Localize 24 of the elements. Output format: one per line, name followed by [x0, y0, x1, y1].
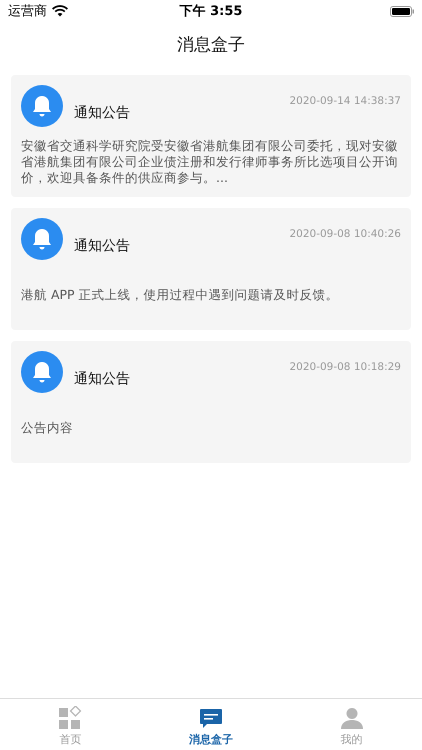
message-title: 通知公告 — [74, 237, 131, 255]
status-time: 下午 3:55 — [178, 3, 244, 20]
page-title: 消息盒子 — [177, 34, 245, 56]
battery-icon — [390, 6, 414, 16]
message-card[interactable]: 通知公告 2020-09-14 14:38:37 安徽省交通科学研究院受安徽省港航集团有限公司委托，现对安徽省港航集团有限公司企业债注册和发行律师事务所比选项目公开询价，欢迎具备条件的供应商参与。... — [11, 75, 411, 197]
message-time: 2020-09-08 10:18:29 — [289, 361, 401, 373]
grid-icon — [58, 706, 82, 730]
wifi-icon — [52, 5, 68, 17]
bell-icon — [21, 351, 63, 393]
message-time: 2020-09-08 10:40:26 — [289, 228, 401, 240]
message-title: 通知公告 — [74, 104, 131, 122]
bell-icon — [21, 85, 63, 127]
carrier-name: 运营商 — [8, 3, 47, 20]
message-body: 安徽省交通科学研究院受安徽省港航集团有限公司委托，现对安徽省港航集团有限公司企业债注册和发行律师事务所比选项目公开询价，欢迎具备条件的供应商参与。... — [21, 138, 399, 186]
message-time: 2020-09-14 14:38:37 — [289, 95, 401, 107]
bell-icon — [21, 218, 63, 260]
tab[interactable]: 消息盒子 — [140, 699, 282, 750]
message-body: 公告内容 — [21, 420, 73, 436]
message-card[interactable]: 通知公告 2020-09-08 10:18:29 公告内容 — [11, 341, 411, 463]
person-icon — [340, 706, 364, 730]
message-card[interactable]: 通知公告 2020-09-08 10:40:26 港航 APP 正式上线，使用过程中遇到问题请及时反馈。 — [11, 208, 411, 330]
chat-icon — [199, 706, 223, 730]
message-body: 港航 APP 正式上线，使用过程中遇到问题请及时反馈。 — [21, 287, 339, 303]
message-title: 通知公告 — [74, 370, 131, 388]
